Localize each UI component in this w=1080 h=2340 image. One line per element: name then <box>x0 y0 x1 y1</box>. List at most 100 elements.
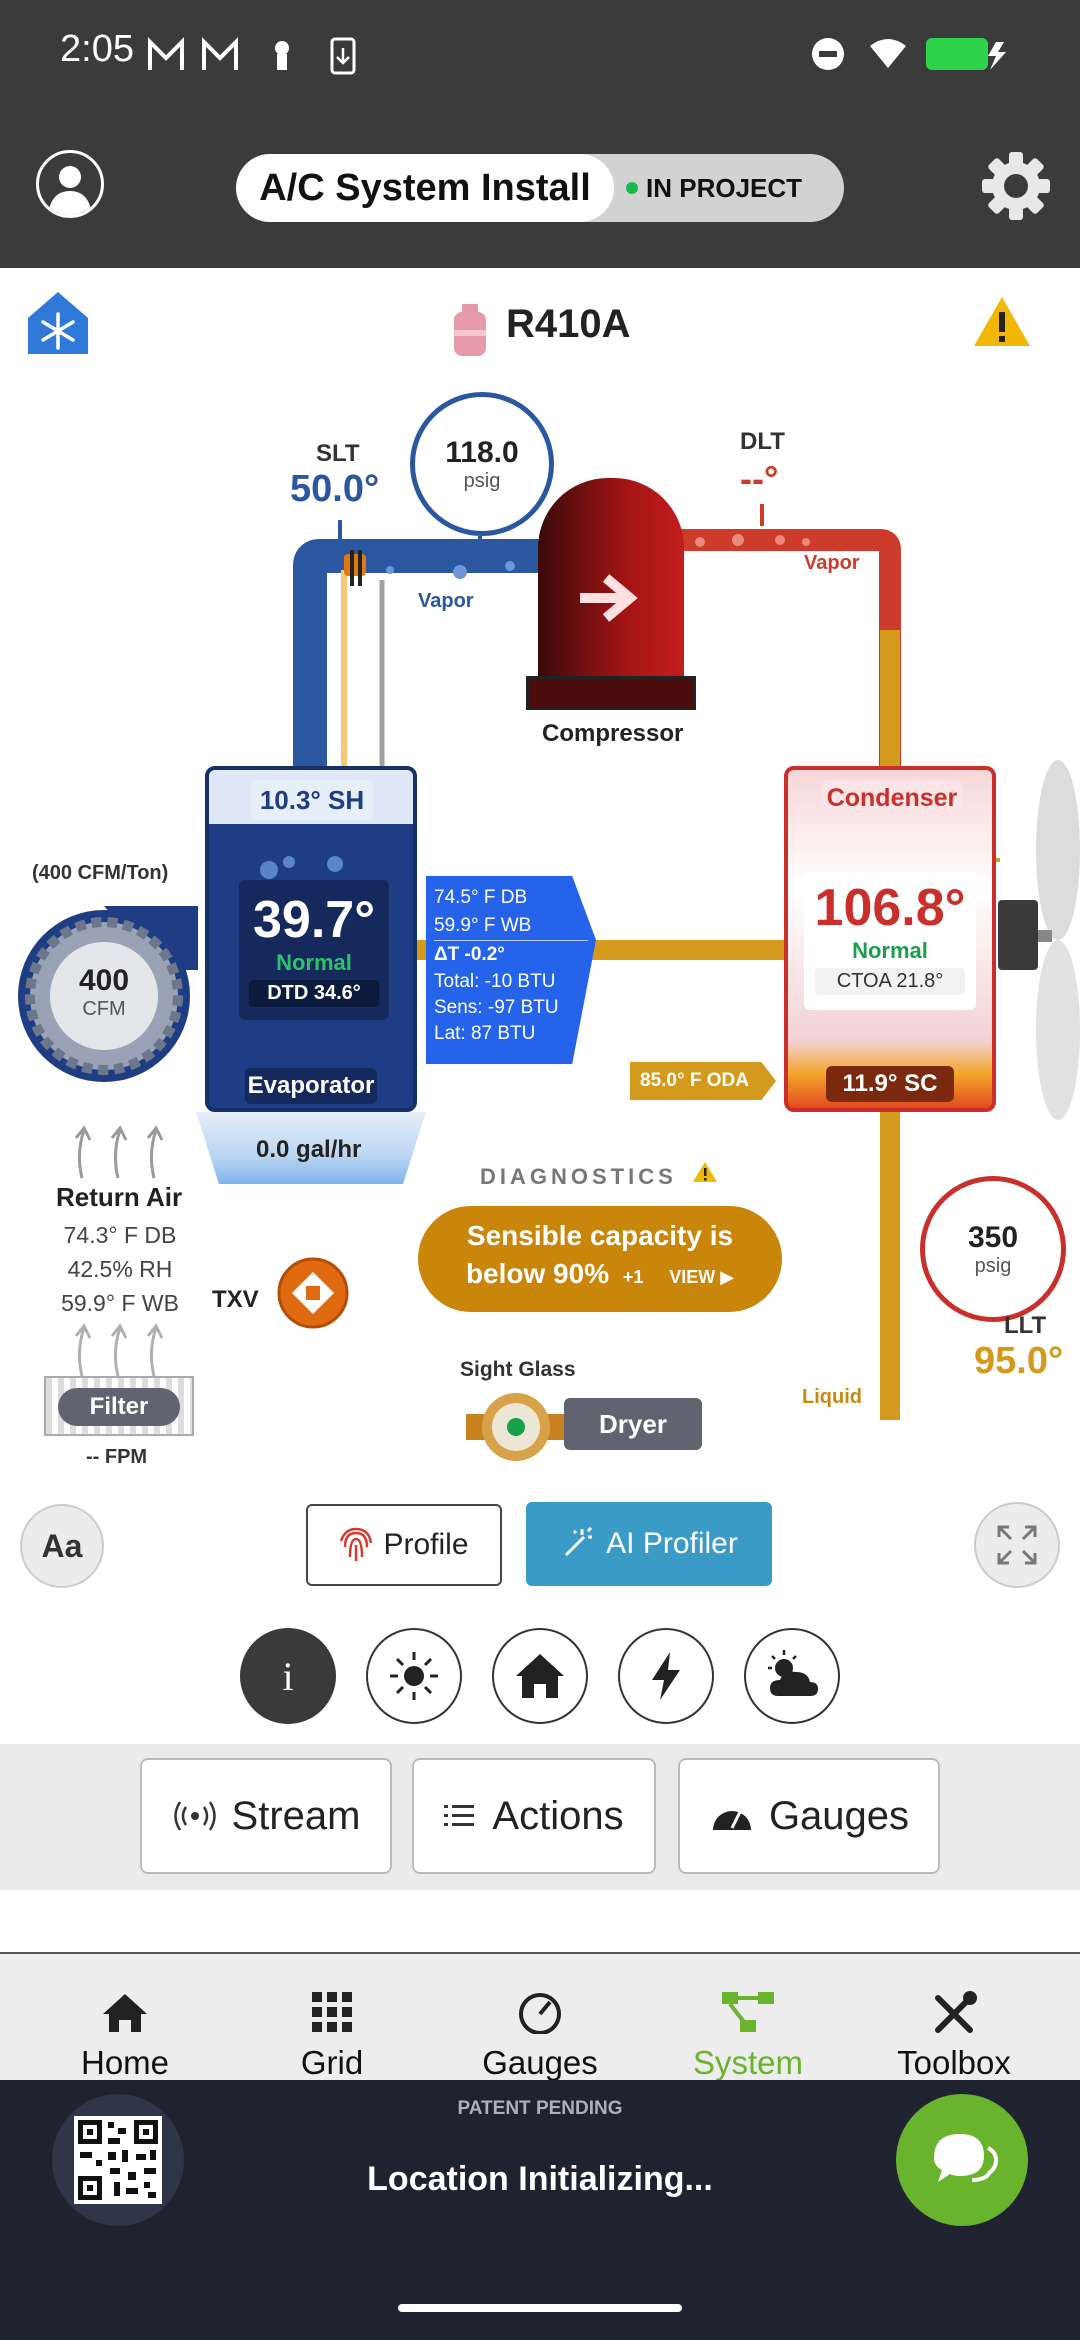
expand-button[interactable] <box>974 1502 1060 1588</box>
sun-button[interactable] <box>366 1628 462 1724</box>
warning-icon[interactable] <box>972 294 1032 350</box>
project-header[interactable]: A/C System Install IN PROJECT <box>236 154 844 222</box>
nav-toolbox-label: Toolbox <box>897 2044 1011 2081</box>
stream-button[interactable]: Stream <box>140 1758 392 1874</box>
fingerprint-icon <box>340 1527 373 1561</box>
info-button[interactable]: i <box>240 1628 336 1724</box>
user-avatar-icon <box>48 166 92 215</box>
delta-t: ΔT -0.2° <box>434 944 505 965</box>
home-cooling-icon[interactable] <box>26 290 90 356</box>
dlt-value: --° <box>740 458 779 499</box>
evaporator-readout: 39.7° Normal DTD 34.6° <box>239 880 389 1020</box>
cfm-unit: CFM <box>82 998 126 1020</box>
nav-system[interactable]: System <box>640 1972 856 2082</box>
compressor-base <box>526 676 696 710</box>
condenser[interactable]: Condenser 106.8° Normal CTOA 21.8° 11.9°… <box>784 766 996 1112</box>
total-btu: Total: -10 BTU <box>434 971 556 992</box>
sensible-btu: Sens: -97 BTU <box>434 997 559 1018</box>
liquid-label: Liquid <box>802 1386 862 1408</box>
nav-grid[interactable]: Grid <box>224 1972 440 2082</box>
condensate-rate: 0.0 gal/hr <box>256 1136 362 1163</box>
suction-pressure-gauge[interactable]: 118.0 psig <box>410 392 554 536</box>
nav-grid-label: Grid <box>300 2044 364 2081</box>
nav-gauges-icon <box>519 1993 561 2034</box>
lightning-icon <box>652 1652 680 1700</box>
nav-system-icon <box>722 1992 774 2032</box>
house-icon <box>516 1654 564 1698</box>
diagnostics-warning-icon <box>693 1162 717 1182</box>
filter-fpm: -- FPM <box>86 1446 148 1468</box>
app-root: 2:05 A/C System Install IN PROJECT R410A… <box>0 0 1080 2340</box>
stream-label: Stream <box>231 1793 361 1838</box>
diagnostic-message-1: Sensible capacity is <box>466 1220 734 1251</box>
diagnostic-extra-count: +1 <box>622 1267 644 1287</box>
airflow-arrows-icon <box>74 1125 164 1179</box>
actions-button[interactable]: Actions <box>412 1758 656 1874</box>
sight-glass-icon[interactable] <box>466 1392 566 1462</box>
nav-home[interactable]: Home <box>17 1972 233 2082</box>
condenser-label: Condenser <box>822 780 962 816</box>
evaporator-temp: 39.7° <box>252 891 375 949</box>
settings-gear-icon[interactable] <box>980 150 1052 222</box>
compressor-label: Compressor <box>542 720 684 747</box>
diagnostic-alert[interactable]: Sensible capacity is below 90% +1 VIEW ▶ <box>418 1206 782 1312</box>
nav-gauges[interactable]: Gauges <box>432 1972 648 2082</box>
list-icon <box>444 1805 475 1826</box>
evaporator[interactable]: 10.3° SH 39.7° Normal DTD 34.6° Evaporat… <box>205 766 417 1112</box>
dlt-label: DLT <box>740 428 785 455</box>
evaporator-label: Evaporator <box>245 1068 377 1104</box>
return-wb: 59.9° F WB <box>61 1290 179 1316</box>
condenser-readout: 106.8° Normal CTOA 21.8° <box>804 872 976 1010</box>
dryer[interactable]: Dryer <box>564 1398 702 1450</box>
evaporator-status: Normal <box>276 950 352 975</box>
blower-cfm[interactable]: 400 CFM <box>54 964 154 1021</box>
filter-airflow-icon <box>74 1323 164 1377</box>
suction-pressure-value: 118.0 <box>445 435 519 469</box>
power-button[interactable] <box>618 1628 714 1724</box>
status-time: 2:05 <box>60 28 134 70</box>
ai-profiler-button[interactable]: AI Profiler <box>526 1502 772 1586</box>
info-icon: i <box>282 1653 294 1699</box>
supply-db: 74.5° F DB <box>434 887 528 908</box>
gesture-bar <box>398 2304 682 2312</box>
latent-btu: Lat: 87 BTU <box>434 1023 536 1044</box>
nav-toolbox[interactable]: Toolbox <box>846 1972 1062 2082</box>
llt-label: LLT <box>1004 1312 1047 1339</box>
evaporator-dtd: DTD 34.6° <box>249 980 379 1007</box>
project-status-badge: IN PROJECT <box>626 154 844 222</box>
nav-home-icon <box>103 1994 147 2032</box>
magic-wand-icon <box>565 1527 593 1557</box>
txv-valve-icon[interactable] <box>276 1256 350 1330</box>
nav-grid-icon <box>312 1992 352 2032</box>
gauge-icon <box>712 1809 751 1830</box>
diagnostics-title: DIAGNOSTICS <box>480 1164 677 1189</box>
home-view-button[interactable] <box>492 1628 588 1724</box>
txv-label: TXV <box>212 1286 259 1313</box>
font-size-button[interactable]: Aa <box>20 1504 104 1588</box>
system-status-icons <box>812 38 1006 70</box>
diagnostic-message-2: below 90% <box>465 1258 610 1289</box>
sun-icon <box>390 1652 438 1700</box>
suction-pressure-unit: psig <box>463 469 501 492</box>
partly-cloudy-icon <box>768 1650 818 1696</box>
nav-system-label: System <box>692 2044 804 2081</box>
liquid-pressure-gauge[interactable]: 350 psig <box>920 1176 1066 1322</box>
diagnostic-view-link[interactable]: VIEW ▶ <box>669 1267 734 1287</box>
return-rh: 42.5% RH <box>67 1256 173 1282</box>
vapor-label-suction: Vapor <box>418 590 474 612</box>
gauges-button[interactable]: Gauges <box>678 1758 940 1874</box>
chat-button[interactable] <box>896 2094 1028 2226</box>
nav-gauges-label: Gauges <box>482 2044 598 2081</box>
notification-icons <box>148 37 356 75</box>
refrigerant-tank-icon <box>454 304 486 356</box>
slt-value: 50.0° <box>290 468 380 510</box>
profile-button[interactable]: Profile <box>306 1504 502 1586</box>
blower-rating: (400 CFM/Ton) <box>32 862 169 884</box>
llt-value: 95.0° <box>974 1340 1064 1382</box>
air-data-card[interactable]: 74.5° F DB 59.9° F WB ΔT -0.2° Total: -1… <box>426 876 596 1064</box>
return-air-title: Return Air <box>56 1182 183 1212</box>
cfm-value: 400 <box>78 964 130 997</box>
avatar-button[interactable] <box>36 150 104 218</box>
condenser-subcool: 11.9° SC <box>826 1066 954 1102</box>
weather-button[interactable] <box>744 1628 840 1724</box>
